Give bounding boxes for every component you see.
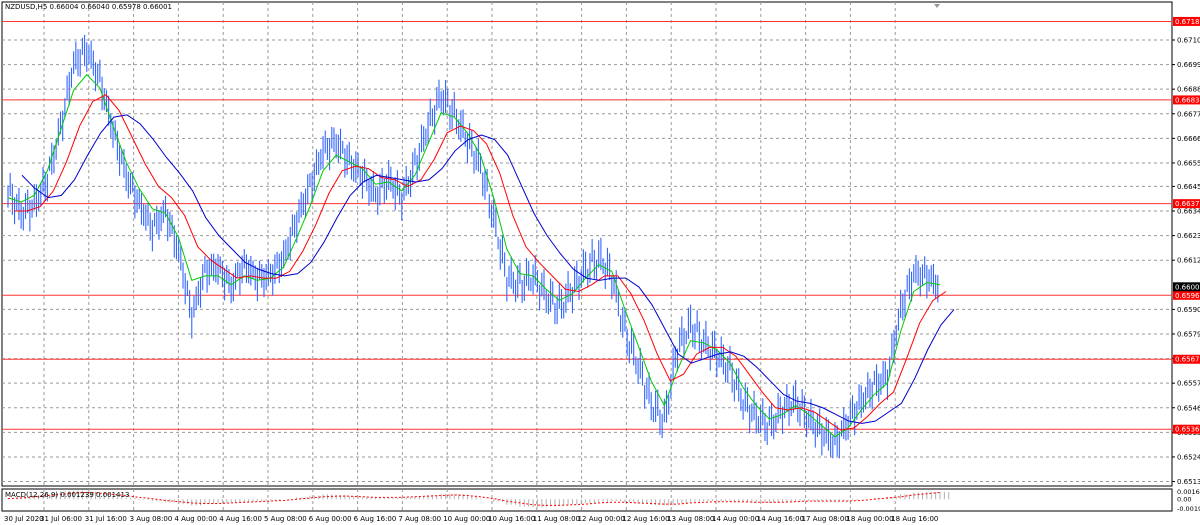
price-tick-label: 0.65790 <box>1177 330 1200 338</box>
price-tick-label: 0.65130 <box>1177 478 1200 486</box>
horizontal-level-lines[interactable] <box>2 20 1172 430</box>
ma_slow-line <box>21 114 955 424</box>
macd-label: MACD(12,26,9) 0.001239 0.001413 <box>5 491 130 499</box>
level-label: 0.66373 <box>1175 200 1200 208</box>
moving-averages <box>7 73 955 438</box>
time-label: 12 Aug 16:00 <box>622 515 669 523</box>
price-tick-label: 0.66230 <box>1177 232 1200 240</box>
time-label: 10 Aug 16:00 <box>488 515 535 523</box>
time-label: 14 Aug 00:00 <box>712 515 759 523</box>
price-tick-label: 0.66775 <box>1177 110 1200 118</box>
time-label: 31 Jul 06:00 <box>40 515 82 523</box>
price-tick-label: 0.66120 <box>1177 257 1200 265</box>
time-label: 30 Jul 2020 <box>4 515 44 523</box>
time-axis: 30 Jul 202031 Jul 06:00 31 Jul 16:00 3 Aug… <box>4 515 938 523</box>
price-tick-label: 0.66665 <box>1177 135 1200 143</box>
symbol-info: NZDUSD,H5 0.66004 0.66040 0.65978 0.6600… <box>5 3 173 11</box>
macd-signal-line <box>7 491 941 506</box>
macd-axis: 0.0016650.00-0.001914 <box>1177 488 1200 513</box>
price-tick-label: 0.65240 <box>1177 453 1200 461</box>
ma_fast-line <box>7 73 941 438</box>
time-label: 3 Aug 08:00 <box>130 515 173 523</box>
time-label: 18 Aug 00:00 <box>846 515 893 523</box>
time-label: 11 Aug 08:00 <box>533 515 580 523</box>
main-pane-frame <box>1 1 1173 487</box>
price-tick-label: 0.66340 <box>1177 208 1200 216</box>
price-tick-label: 0.65570 <box>1177 380 1200 388</box>
level-label: 0.65364 <box>1175 426 1200 434</box>
level-label: 0.67188 <box>1175 18 1200 26</box>
time-label: 10 Aug 00:00 <box>443 515 490 523</box>
time-label: 4 Aug 00:00 <box>174 515 217 523</box>
current-price-label: 0.66001 <box>1175 283 1200 291</box>
time-label: 14 Aug 16:00 <box>757 515 804 523</box>
level-label: 0.65963 <box>1175 292 1200 300</box>
time-label: 17 Aug 08:00 <box>802 515 849 523</box>
horizontal-gridlines <box>2 39 1172 483</box>
time-label: 18 Aug 16:00 <box>891 515 938 523</box>
time-label: 7 Aug 08:00 <box>398 515 441 523</box>
macd-pane-frame <box>1 488 1173 512</box>
time-label: 4 Aug 16:00 <box>219 515 262 523</box>
price-tick-label: 0.66450 <box>1177 183 1200 191</box>
ma_mid-line <box>14 94 947 431</box>
chart-window[interactable]: 0.67105 0.66995 0.66885 0.66775 0.66665 0.665… <box>0 0 1200 525</box>
price-tick-label: 0.65900 <box>1177 306 1200 314</box>
price-tick-label: 0.65460 <box>1177 404 1200 412</box>
price-bars <box>7 34 939 459</box>
price-tick-label: 0.66885 <box>1177 86 1200 94</box>
level-label: 0.65677 <box>1175 356 1200 364</box>
price-chart[interactable]: 0.67105 0.66995 0.66885 0.66775 0.66665 0.665… <box>0 0 1200 525</box>
macd-tick-label: -0.001914 <box>1177 505 1200 513</box>
time-label: 6 Aug 16:00 <box>354 515 397 523</box>
macd-indicator <box>7 490 950 508</box>
time-label: 12 Aug 00:00 <box>578 515 625 523</box>
time-label: 5 Aug 08:00 <box>264 515 307 523</box>
time-label: 6 Aug 00:00 <box>309 515 352 523</box>
time-label: 31 Jul 16:00 <box>85 515 127 523</box>
macd-tick-label: 0.00 <box>1177 496 1191 504</box>
price-tick-label: 0.66995 <box>1177 61 1200 69</box>
price-tick-label: 0.66555 <box>1177 159 1200 167</box>
level-price-labels: 0.67188 0.66837 0.66373 0.65963 0.65677 0.653… <box>1173 16 1200 434</box>
time-label: 13 Aug 08:00 <box>667 515 714 523</box>
chart-shift-marker-icon[interactable] <box>934 4 940 8</box>
level-label: 0.66837 <box>1175 96 1200 104</box>
price-tick-label: 0.67105 <box>1177 37 1200 45</box>
